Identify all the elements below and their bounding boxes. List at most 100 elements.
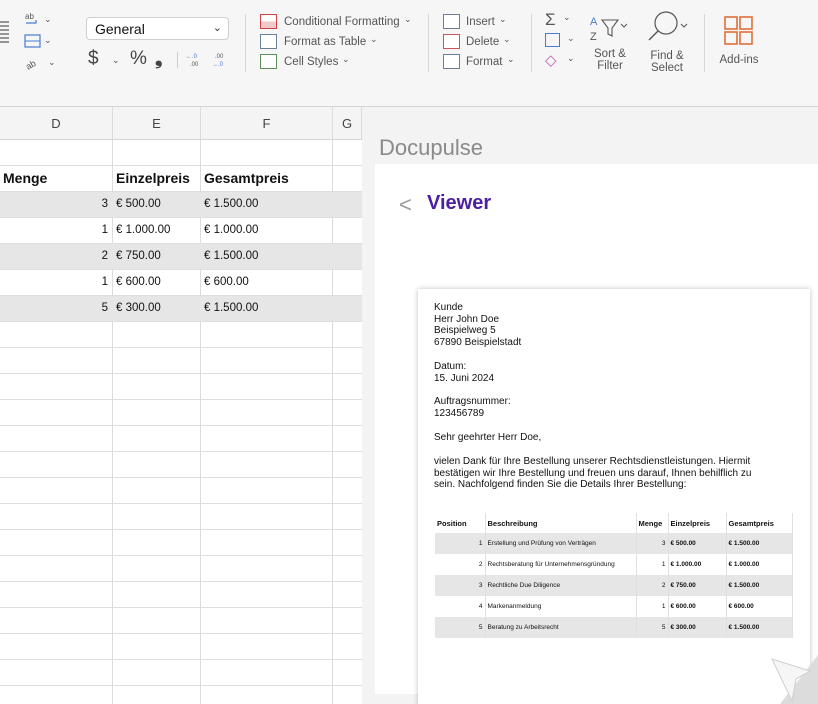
back-chevron-icon[interactable]: < (399, 192, 412, 218)
column-header-e[interactable]: E (113, 107, 201, 140)
separator (245, 14, 246, 72)
table-row[interactable] (0, 504, 362, 530)
cell-einzelpreis[interactable]: € 1.000.00 (113, 218, 200, 244)
spreadsheet-grid[interactable]: D E F G Menge Einzelpreis Gesamtpreis 3 … (0, 107, 362, 704)
table-row[interactable] (0, 400, 362, 426)
insert-button[interactable]: Insert ⌄ (443, 14, 513, 32)
addins-button[interactable]: Add-ins (716, 16, 762, 72)
conditional-formatting-button[interactable]: Conditional Formatting ⌄ (260, 14, 420, 32)
table-row[interactable] (0, 634, 362, 660)
table-row[interactable] (0, 426, 362, 452)
viewer-title: Viewer (427, 192, 492, 214)
delete-button[interactable]: Delete ⌄ (443, 34, 513, 52)
format-as-table-label: Format as Table (284, 36, 367, 48)
td-menge: 2 (636, 575, 669, 596)
column-header-f[interactable]: F (201, 107, 333, 140)
chevron-down-icon: ⌄ (370, 34, 378, 44)
cell-gesamtpreis[interactable]: € 600.00 (201, 270, 332, 296)
table-row[interactable] (0, 608, 362, 634)
comma-style-button[interactable]: ❟ (155, 48, 162, 70)
order-table-header: Position Beschreibung Menge Einzelpreis … (435, 513, 793, 533)
table-row[interactable] (0, 140, 362, 166)
wrap-text-icon[interactable]: ab (24, 11, 42, 27)
percent-button[interactable]: % (130, 48, 147, 70)
merge-cells-icon[interactable] (24, 34, 42, 49)
number-format-value: General (95, 21, 145, 37)
td-menge: 5 (636, 617, 669, 638)
table-row[interactable] (0, 582, 362, 608)
autosum-button[interactable]: Σ ⌄ (545, 10, 575, 30)
format-button[interactable]: Format ⌄ (443, 54, 519, 72)
cell-einzelpreis[interactable]: € 300.00 (113, 296, 200, 322)
table-row[interactable] (0, 478, 362, 504)
cell-einzelpreis[interactable]: € 500.00 (113, 192, 200, 218)
cell-einzelpreis[interactable]: € 750.00 (113, 244, 200, 270)
align-lines-icon[interactable] (0, 16, 10, 44)
svg-text:A: A (590, 16, 598, 28)
cell-menge[interactable]: 3 (0, 192, 112, 218)
table-row[interactable] (0, 322, 362, 348)
th-position: Position (435, 513, 486, 533)
cell-menge[interactable]: 1 (0, 270, 112, 296)
sort-filter-button[interactable]: AZ Sort & Filter (588, 12, 632, 74)
body-line-3: sein. Nachfolgend finden Sie die Details… (434, 479, 687, 490)
column-header-d[interactable]: D (0, 107, 113, 140)
currency-button[interactable]: $ (88, 48, 99, 70)
header-cell-einzelpreis[interactable]: Einzelpreis (113, 166, 201, 192)
chevron-down-icon: ⌄ (567, 33, 575, 43)
column-header-g[interactable]: G (333, 107, 362, 140)
table-row[interactable]: 5 € 300.00 € 1.500.00 (0, 296, 362, 322)
addins-label: Add-ins (719, 54, 759, 66)
table-row[interactable] (0, 556, 362, 582)
table-row[interactable]: 1 € 1.000.00 € 1.000.00 (0, 218, 362, 244)
increase-decimal-button[interactable]: .00 →.0 (212, 52, 230, 68)
table-row[interactable] (0, 374, 362, 400)
cell-gesamtpreis[interactable]: € 1.500.00 (201, 244, 332, 270)
separator (428, 14, 429, 72)
chevron-down-icon[interactable]: ⌄ (112, 55, 120, 66)
clear-button[interactable]: ◇ ⌄ (545, 52, 575, 70)
cell-einzelpreis[interactable]: € 600.00 (113, 270, 200, 296)
text-orientation-icon[interactable]: ab (24, 55, 42, 72)
auftrag-value: 123456789 (434, 407, 485, 419)
svg-text:ab: ab (24, 58, 38, 70)
pane-title: Docupulse (379, 135, 483, 160)
td-gesamtpreis: € 1.500.00 (726, 533, 793, 554)
td-beschreibung: Rechtsberatung für Unternehmensgründung (485, 554, 637, 575)
chevron-down-icon: ⌄ (563, 12, 571, 22)
cell-menge[interactable]: 5 (0, 296, 112, 322)
decrease-decimal-button[interactable]: ←.0.00 (186, 52, 204, 68)
chevron-down-icon[interactable]: ⌄ (48, 57, 56, 68)
table-row[interactable]: 1 € 600.00 € 600.00 (0, 270, 362, 296)
table-row[interactable] (0, 348, 362, 374)
table-row[interactable]: 3 € 500.00 € 1.500.00 (0, 192, 362, 218)
order-row: 4 Markenanmeldung 1 € 600.00 € 600.00 (435, 596, 793, 617)
order-row: 1 Erstellung und Prüfung von Verträgen 3… (435, 533, 793, 554)
chevron-down-icon[interactable]: ⌄ (44, 35, 52, 46)
order-row: 2 Rechtsberatung für Unternehmensgründun… (435, 554, 793, 575)
cell-menge[interactable]: 2 (0, 244, 112, 270)
order-row: 3 Rechtliche Due Diligence 2 € 750.00 € … (435, 575, 793, 596)
chevron-down-icon[interactable]: ⌄ (44, 14, 52, 25)
th-menge: Menge (636, 513, 669, 533)
cell-styles-button[interactable]: Cell Styles ⌄ (260, 54, 360, 72)
table-row[interactable] (0, 660, 362, 686)
table-row[interactable] (0, 452, 362, 478)
cell-gesamtpreis[interactable]: € 1.000.00 (201, 218, 332, 244)
number-format-select[interactable]: General ⌄ (86, 17, 229, 40)
header-cell-menge[interactable]: Menge (0, 166, 113, 192)
find-select-button[interactable]: Find & Select (644, 10, 690, 74)
chevron-down-icon: ⌄ (342, 54, 350, 64)
svg-text:Z: Z (590, 31, 597, 42)
format-as-table-button[interactable]: Format as Table ⌄ (260, 34, 390, 52)
sigma-icon: Σ (545, 10, 556, 29)
header-cell-gesamtpreis[interactable]: Gesamtpreis (201, 166, 333, 192)
cell-gesamtpreis[interactable]: € 1.500.00 (201, 296, 332, 322)
cell-gesamtpreis[interactable]: € 1.500.00 (201, 192, 332, 218)
cell-menge[interactable]: 1 (0, 218, 112, 244)
header-row[interactable]: Menge Einzelpreis Gesamtpreis (0, 166, 362, 192)
table-row[interactable] (0, 530, 362, 556)
table-row[interactable]: 2 € 750.00 € 1.500.00 (0, 244, 362, 270)
td-beschreibung: Markenanmeldung (485, 596, 637, 617)
fill-button[interactable]: ⌄ (545, 32, 575, 50)
